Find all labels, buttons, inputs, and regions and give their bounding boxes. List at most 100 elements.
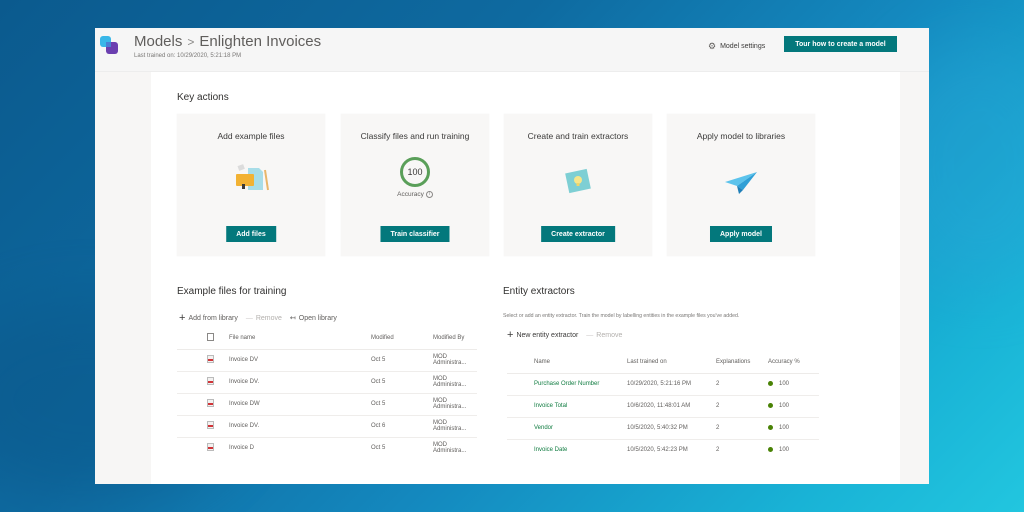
card-add-example-files: Add example files Add files: [177, 114, 325, 256]
table-header-row: File name Modified Modified By: [177, 327, 477, 350]
new-entity-extractor-button[interactable]: + New entity extractor: [507, 330, 579, 341]
remove-label: Remove: [255, 314, 282, 322]
new-entity-extractor-label: New entity extractor: [516, 332, 579, 339]
status-dot-icon: [768, 447, 773, 453]
example-files-title: Example files for training: [177, 286, 287, 297]
model-settings-button[interactable]: ⚙ Model settings: [708, 41, 765, 52]
open-library-button[interactable]: ↤ Open library: [289, 314, 337, 323]
remove-icon: —: [586, 332, 594, 339]
app-logo-icon: [100, 36, 118, 54]
entity-name-link[interactable]: Invoice Date: [534, 438, 627, 461]
status-dot-icon: [768, 402, 773, 408]
file-modified: Oct 5: [371, 436, 433, 459]
table-row[interactable]: Invoice Total 10/6/2020, 11:48:01 AM 2 1…: [507, 394, 819, 417]
file-name[interactable]: Invoice DV: [229, 348, 371, 371]
table-row[interactable]: Invoice D Oct 5 MOD Administra...: [177, 436, 477, 459]
entity-name-link[interactable]: Purchase Order Number: [534, 372, 627, 395]
accuracy-widget: 100 Accuracy i: [385, 157, 445, 198]
column-name[interactable]: Name: [534, 351, 627, 374]
open-icon: ↤: [289, 315, 296, 322]
info-icon[interactable]: i: [425, 191, 433, 198]
entity-name-link[interactable]: Vendor: [534, 416, 627, 439]
example-files-table: File name Modified Modified By Invoice D…: [177, 327, 477, 459]
table-row[interactable]: Invoice DV. Oct 5 MOD Administra...: [177, 370, 477, 393]
table-row[interactable]: Vendor 10/5/2020, 5:40:32 PM 2 100: [507, 416, 819, 439]
accuracy-ring: 100: [400, 157, 430, 187]
breadcrumb-separator: >: [187, 34, 195, 49]
column-modified-by[interactable]: Modified By: [433, 327, 477, 350]
file-name[interactable]: Invoice DV.: [229, 414, 371, 437]
accuracy-label: Accuracy: [397, 191, 424, 198]
key-actions-title: Key actions: [177, 92, 229, 103]
card-title: Apply model to libraries: [696, 131, 786, 141]
pdf-file-icon: [207, 355, 214, 363]
file-modified-by: MOD Administra...: [433, 414, 477, 437]
entity-explanations: 2: [716, 416, 768, 439]
entity-accuracy: 100: [779, 381, 790, 388]
open-library-label: Open library: [298, 314, 337, 322]
entity-extractors-commandbar: + New entity extractor — Remove: [507, 330, 622, 341]
entity-explanations: 2: [716, 372, 768, 395]
column-explanations[interactable]: Explanations: [716, 351, 768, 374]
file-modified-by: MOD Administra...: [433, 436, 477, 459]
app-window: Models > Enlighten Invoices Last trained…: [95, 28, 929, 484]
breadcrumb-models[interactable]: Models: [134, 33, 182, 50]
breadcrumb: Models > Enlighten Invoices: [134, 33, 321, 50]
file-modified: Oct 5: [371, 348, 433, 371]
entity-extractors-table: Name Last trained on Explanations Accura…: [507, 351, 819, 461]
entity-name-link[interactable]: Invoice Total: [534, 394, 627, 417]
entity-extractors-title: Entity extractors: [503, 286, 575, 297]
remove-icon: —: [245, 314, 253, 322]
entity-explanations: 2: [716, 438, 768, 461]
apply-model-button[interactable]: Apply model: [709, 226, 773, 242]
file-name[interactable]: Invoice DV.: [229, 370, 371, 393]
card-classify-and-train: Classify files and run training 100 Accu…: [341, 114, 489, 256]
pdf-file-icon: [207, 399, 214, 407]
remove-label: Remove: [596, 332, 623, 339]
file-type-icon: [207, 332, 214, 341]
entity-accuracy: 100: [779, 425, 790, 432]
example-files-commandbar: + Add from library — Remove ↤ Open libra…: [179, 311, 337, 324]
accuracy-label-row: Accuracy i: [385, 191, 445, 198]
remove-extractor-button[interactable]: — Remove: [586, 332, 622, 339]
create-extractor-button[interactable]: Create extractor: [541, 226, 615, 242]
column-modified[interactable]: Modified: [371, 327, 433, 350]
status-dot-icon: [768, 380, 773, 386]
remove-file-button[interactable]: — Remove: [246, 315, 282, 322]
add-from-library-button[interactable]: + Add from library: [179, 311, 238, 324]
lightbulb-illustration-icon: [565, 168, 591, 194]
column-file-name[interactable]: File name: [229, 327, 371, 350]
add-files-button[interactable]: Add files: [226, 226, 276, 242]
card-apply-model: Apply model to libraries Apply model: [667, 114, 815, 256]
table-row[interactable]: Invoice DV Oct 5 MOD Administra...: [177, 348, 477, 371]
file-modified: Oct 5: [371, 392, 433, 415]
plus-icon: +: [179, 311, 186, 324]
file-modified-by: MOD Administra...: [433, 392, 477, 415]
gear-icon: ⚙: [708, 41, 717, 51]
main-content: Key actions Add example files Add files …: [151, 72, 900, 484]
breadcrumb-current: Enlighten Invoices: [199, 33, 322, 50]
column-accuracy[interactable]: Accuracy %: [768, 351, 819, 374]
table-row[interactable]: Invoice Date 10/5/2020, 5:42:23 PM 2 100: [507, 438, 819, 461]
card-title: Create and train extractors: [527, 131, 629, 141]
add-from-library-label: Add from library: [188, 314, 238, 322]
column-last-trained[interactable]: Last trained on: [627, 351, 716, 374]
table-row[interactable]: Invoice DW Oct 5 MOD Administra...: [177, 392, 477, 415]
files-illustration-icon: [236, 164, 269, 191]
pdf-file-icon: [207, 443, 214, 452]
tour-button[interactable]: Tour how to create a model: [784, 36, 897, 52]
table-row[interactable]: Invoice DV. Oct 6 MOD Administra...: [177, 414, 477, 437]
file-name[interactable]: Invoice D: [229, 436, 371, 459]
last-trained-text: Last trained on: 10/29/2020, 5:21:18 PM: [134, 53, 242, 59]
entity-accuracy: 100: [779, 447, 790, 454]
card-create-extractors: Create and train extractors Create extra…: [504, 114, 652, 256]
file-modified-by: MOD Administra...: [433, 370, 477, 393]
table-row[interactable]: Purchase Order Number 10/29/2020, 5:21:1…: [507, 372, 819, 395]
card-title: Add example files: [217, 131, 285, 141]
file-name[interactable]: Invoice DW: [229, 392, 371, 415]
table-header-row: Name Last trained on Explanations Accura…: [507, 351, 819, 374]
train-classifier-button[interactable]: Train classifier: [380, 226, 450, 242]
card-title: Classify files and run training: [360, 131, 470, 141]
page-header: Models > Enlighten Invoices Last trained…: [95, 28, 929, 72]
file-modified: Oct 5: [371, 370, 433, 393]
